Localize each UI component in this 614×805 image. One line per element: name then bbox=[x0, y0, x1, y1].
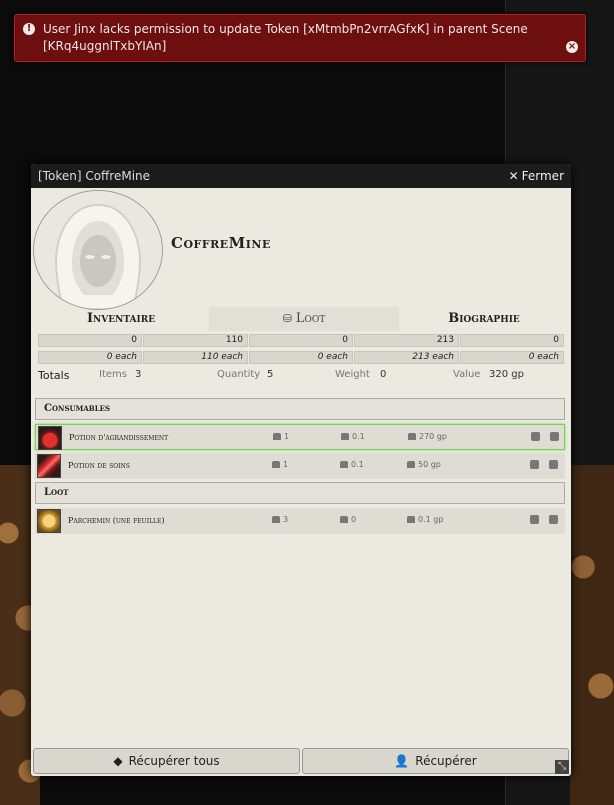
tab-loot[interactable]: ⛁ Loot bbox=[209, 307, 399, 331]
tab-biographie[interactable]: Biographie bbox=[399, 307, 569, 331]
close-button[interactable]: ✕ Fermer bbox=[509, 164, 564, 188]
tab-inventaire[interactable]: Inventaire bbox=[33, 307, 209, 331]
user-hand-icon: 👤 bbox=[394, 754, 410, 768]
totals-label: Totals bbox=[38, 369, 70, 382]
weight-icon bbox=[340, 516, 348, 523]
quantity-icon bbox=[272, 461, 280, 468]
quantity-value: 5 bbox=[267, 369, 274, 380]
take-item-icon[interactable] bbox=[531, 432, 540, 441]
close-icon: ✕ bbox=[508, 169, 519, 183]
red-potion-icon bbox=[38, 426, 62, 450]
item-row[interactable]: Potion de soins 1 0.1 50 gp bbox=[35, 453, 565, 479]
coins-icon bbox=[407, 516, 415, 523]
currency-total[interactable]: 0 bbox=[38, 334, 142, 347]
coins-icon bbox=[407, 461, 415, 468]
weight-value: 0 bbox=[380, 369, 387, 380]
item-weight: 0 bbox=[340, 515, 356, 524]
take-all-item-icon[interactable] bbox=[549, 460, 558, 469]
take-item-icon[interactable] bbox=[530, 460, 539, 469]
error-notification: ! User Jinx lacks permission to update T… bbox=[14, 14, 586, 62]
currency-total[interactable]: 0 bbox=[249, 334, 353, 347]
item-name[interactable]: Parchemin (une feuille) bbox=[68, 516, 165, 525]
item-weight: 0.1 bbox=[340, 460, 364, 469]
item-weight: 0.1 bbox=[341, 432, 365, 441]
close-notification-icon[interactable]: × bbox=[566, 41, 578, 53]
window-title: [Token] CoffreMine bbox=[38, 169, 151, 183]
weight-label: Weight bbox=[335, 369, 370, 380]
coins-icon bbox=[408, 433, 416, 440]
quantity-icon bbox=[273, 433, 281, 440]
gem-icon: ◆ bbox=[113, 754, 123, 768]
exclamation-icon: ! bbox=[23, 23, 35, 35]
currency-each: 213 each bbox=[354, 351, 459, 364]
category-header-consumables[interactable]: Consumables bbox=[35, 398, 565, 420]
currency-total[interactable]: 110 bbox=[143, 334, 248, 347]
character-name[interactable]: CoffreMine bbox=[171, 234, 271, 252]
item-quantity: 1 bbox=[272, 460, 288, 469]
scroll-icon bbox=[37, 509, 61, 533]
currency-total[interactable]: 213 bbox=[354, 334, 459, 347]
resize-handle-icon[interactable]: ⤡ bbox=[555, 760, 569, 774]
currency-each: 0 each bbox=[38, 351, 142, 364]
take-all-item-icon[interactable] bbox=[550, 432, 559, 441]
item-name[interactable]: Potion de soins bbox=[68, 461, 130, 470]
take-all-item-icon[interactable] bbox=[549, 515, 558, 524]
sheet-tabs: Inventaire ⛁ Loot Biographie bbox=[33, 307, 569, 331]
token-sheet-window: [Token] CoffreMine ✕ Fermer CoffreMine In… bbox=[31, 164, 571, 776]
notification-message: User Jinx lacks permission to update Tok… bbox=[43, 22, 528, 53]
currency-each: 0 each bbox=[460, 351, 564, 364]
item-row[interactable]: Potion d'agrandissement 1 0.1 270 gp bbox=[35, 424, 565, 450]
hooded-figure-icon bbox=[34, 191, 162, 309]
take-item-icon[interactable] bbox=[530, 515, 539, 524]
item-price: 0.1 gp bbox=[407, 515, 443, 524]
currency-each: 110 each bbox=[143, 351, 248, 364]
currency-total[interactable]: 0 bbox=[460, 334, 564, 347]
token-portrait[interactable] bbox=[33, 190, 163, 310]
quantity-icon bbox=[272, 516, 280, 523]
item-row[interactable]: Parchemin (une feuille) 3 0 0.1 gp bbox=[35, 508, 565, 534]
item-price: 270 gp bbox=[408, 432, 447, 441]
healing-potion-icon bbox=[37, 454, 61, 478]
currency-totals-row: 0 110 0 213 0 bbox=[38, 334, 564, 347]
items-label: Items bbox=[99, 369, 127, 380]
currency-each: 0 each bbox=[249, 351, 353, 364]
currency-each-row: 0 each 110 each 0 each 213 each 0 each bbox=[38, 351, 564, 364]
weight-icon bbox=[340, 461, 348, 468]
item-quantity: 3 bbox=[272, 515, 288, 524]
coins-icon: ⛁ bbox=[282, 312, 292, 325]
window-header[interactable]: [Token] CoffreMine ✕ Fermer bbox=[31, 164, 571, 188]
take-button[interactable]: 👤 Récupérer bbox=[302, 748, 569, 774]
item-price: 50 gp bbox=[407, 460, 441, 469]
take-all-button[interactable]: ◆ Récupérer tous bbox=[33, 748, 300, 774]
scene-floor-right bbox=[570, 465, 614, 805]
quantity-label: Quantity bbox=[217, 369, 261, 380]
items-value: 3 bbox=[135, 369, 142, 380]
weight-icon bbox=[341, 433, 349, 440]
value-value: 320 gp bbox=[489, 369, 524, 380]
value-label: Value bbox=[453, 369, 481, 380]
item-quantity: 1 bbox=[273, 432, 289, 441]
category-header-loot[interactable]: Loot bbox=[35, 482, 565, 504]
item-name[interactable]: Potion d'agrandissement bbox=[69, 433, 168, 442]
